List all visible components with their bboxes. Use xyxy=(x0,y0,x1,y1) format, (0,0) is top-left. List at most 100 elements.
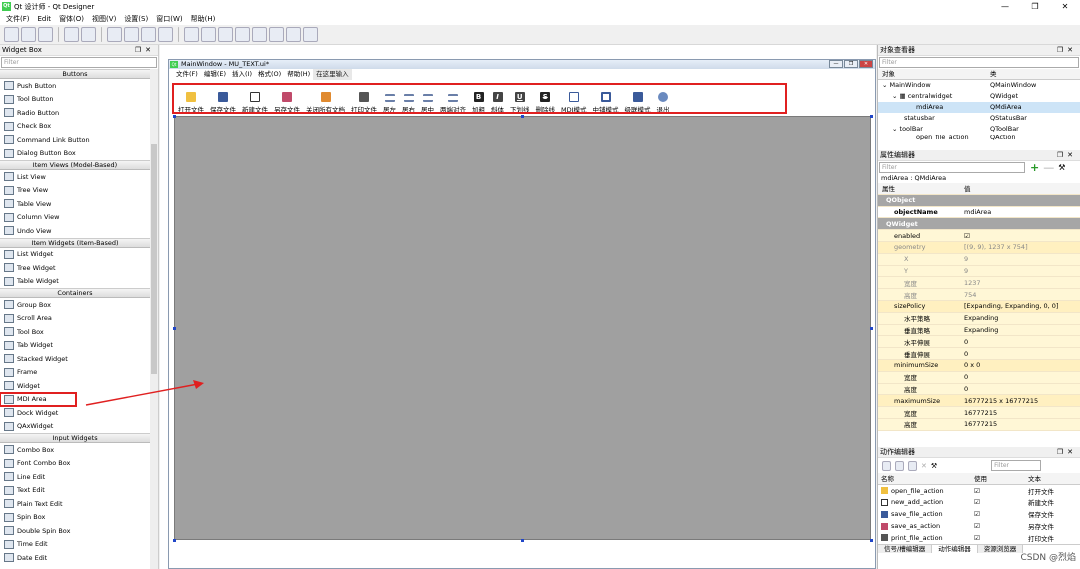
object-row[interactable]: ⌄ ▦ centralwidget QWidget xyxy=(878,91,1080,102)
add-dynamic-property-icon[interactable]: + xyxy=(1030,161,1039,174)
property-group-row[interactable]: QWidget xyxy=(878,218,1080,231)
action-row[interactable]: save_file_action ☑ 保存文件 xyxy=(878,508,1080,520)
widget-item[interactable]: Tree View xyxy=(0,184,150,198)
widget-item[interactable]: Scroll Area xyxy=(0,312,150,326)
category-item-widgets[interactable]: Item Widgets (Item-Based) xyxy=(0,237,150,248)
tab-action-editor[interactable]: 动作编辑器 xyxy=(932,544,978,553)
widget-item-mdi-area[interactable]: MDI Area xyxy=(0,391,77,407)
action-used-check[interactable]: ☑ xyxy=(974,510,1028,518)
menu-edit[interactable]: Edit xyxy=(34,13,56,25)
new-action-icon[interactable] xyxy=(882,460,891,471)
object-row[interactable]: ⌄ MainWindow QMainWindow xyxy=(878,80,1080,91)
minimize-button[interactable]: — xyxy=(990,0,1020,13)
menu-view[interactable]: 视图(V) xyxy=(88,13,120,25)
property-row[interactable]: 宽度 1237 xyxy=(878,277,1080,290)
configure-wrench-icon[interactable]: ⚒ xyxy=(931,462,937,470)
property-row[interactable]: 高度 0 xyxy=(878,383,1080,396)
scrollbar-thumb[interactable] xyxy=(151,144,157,374)
layout-splitter-h-icon[interactable] xyxy=(218,27,233,42)
copy-action-icon[interactable] xyxy=(895,460,904,471)
property-row[interactable]: 水平策略 Expanding xyxy=(878,312,1080,325)
property-row[interactable]: 高度 754 xyxy=(878,289,1080,301)
form-close-button[interactable]: ✕ xyxy=(859,60,873,68)
save-icon[interactable] xyxy=(38,27,53,42)
property-row[interactable]: 高度 16777215 xyxy=(878,418,1080,431)
property-value[interactable]: 0 xyxy=(964,373,1080,381)
widget-item[interactable]: Table View xyxy=(0,197,150,211)
widget-item[interactable]: Table Widget xyxy=(0,275,150,289)
form-title-bar[interactable]: Qt MainWindow - MU_TEXT.ui* — ❐ ✕ xyxy=(169,60,875,69)
property-row[interactable]: maximumSize 16777215 x 16777215 xyxy=(878,395,1080,408)
widget-item[interactable]: Undo View xyxy=(0,224,150,238)
property-row[interactable]: 水平伸展 0 xyxy=(878,336,1080,349)
edit-signals-icon[interactable] xyxy=(124,27,139,42)
action-row[interactable]: print_file_action ☑ 打印文件 xyxy=(878,532,1080,544)
layout-splitter-v-icon[interactable] xyxy=(235,27,250,42)
form-menu-edit[interactable]: 编辑(E) xyxy=(201,69,229,80)
widget-item[interactable]: Tree Widget xyxy=(0,261,150,275)
adjust-size-icon[interactable] xyxy=(303,27,318,42)
widget-item[interactable]: Tool Box xyxy=(0,325,150,339)
action-row[interactable]: new_add_action ☑ 新建文件 xyxy=(878,497,1080,509)
close-button[interactable]: ✕ xyxy=(1050,0,1080,13)
delete-action-icon[interactable]: ✕ xyxy=(921,462,927,470)
widget-item[interactable]: Stacked Widget xyxy=(0,352,150,366)
tab-signal-slot-editor[interactable]: 信号/槽编辑器 xyxy=(878,544,933,553)
action-used-check[interactable]: ☑ xyxy=(974,498,1028,506)
menu-file[interactable]: 文件(F) xyxy=(2,13,34,25)
form-menu-insert[interactable]: 插入(I) xyxy=(229,69,255,80)
new-icon[interactable] xyxy=(4,27,19,42)
action-used-check[interactable]: ☑ xyxy=(974,522,1028,530)
property-value[interactable]: ☑ xyxy=(964,232,1080,240)
widget-item[interactable]: Combo Box xyxy=(0,443,150,457)
remove-property-icon[interactable]: — xyxy=(1043,161,1054,174)
property-value[interactable]: 754 xyxy=(964,291,1080,299)
send-back-icon[interactable] xyxy=(64,27,79,42)
maximize-button[interactable]: ❐ xyxy=(1020,0,1050,13)
widget-item[interactable]: Push Button xyxy=(0,79,150,93)
widget-item[interactable]: Group Box xyxy=(0,298,150,312)
property-value[interactable]: 16777215 xyxy=(964,420,1080,428)
category-input-widgets[interactable]: Input Widgets xyxy=(0,433,150,443)
bring-front-icon[interactable] xyxy=(81,27,96,42)
form-menu-help[interactable]: 帮助(H) xyxy=(284,69,313,80)
property-value[interactable]: 16777215 xyxy=(964,409,1080,417)
widget-item[interactable]: List Widget xyxy=(0,248,150,262)
edit-tab-order-icon[interactable] xyxy=(158,27,173,42)
widget-item[interactable]: Radio Button xyxy=(0,106,150,120)
pane-float-close-icon[interactable]: ❐✕ xyxy=(1057,150,1077,161)
object-row[interactable]: open_file_action QAction xyxy=(878,135,1080,140)
widget-item[interactable]: List View xyxy=(0,170,150,184)
property-value[interactable]: 9 xyxy=(964,267,1080,275)
widget-item[interactable]: Check Box xyxy=(0,120,150,134)
selection-handle[interactable] xyxy=(521,115,524,118)
break-layout-icon[interactable] xyxy=(286,27,301,42)
property-value[interactable]: 0 xyxy=(964,385,1080,393)
property-value[interactable]: Expanding xyxy=(964,326,1080,334)
configure-wrench-icon[interactable]: ⚒ xyxy=(1058,163,1065,172)
edit-buddies-icon[interactable] xyxy=(141,27,156,42)
property-row[interactable]: enabled ☑ xyxy=(878,230,1080,242)
object-filter-input[interactable]: Filter xyxy=(879,57,1079,68)
form-menu-placeholder[interactable]: 在这里输入 xyxy=(313,69,352,80)
action-row[interactable]: save_as_action ☑ 另存文件 xyxy=(878,520,1080,532)
action-filter-input[interactable]: Filter xyxy=(991,460,1042,471)
property-row[interactable]: 垂直伸展 0 xyxy=(878,348,1080,360)
property-value[interactable]: 0 x 0 xyxy=(964,361,1080,369)
property-value[interactable]: 0 xyxy=(964,350,1080,358)
property-row[interactable]: objectName mdiArea xyxy=(878,207,1080,219)
property-value[interactable]: 1237 xyxy=(964,279,1080,287)
form-minimize-button[interactable]: — xyxy=(829,60,843,68)
property-value[interactable]: 9 xyxy=(964,255,1080,263)
layout-form-icon[interactable] xyxy=(269,27,284,42)
property-row[interactable]: Y9 xyxy=(878,265,1080,278)
pane-float-close-icon[interactable]: ❐✕ xyxy=(1057,447,1077,458)
property-value[interactable]: [Expanding, Expanding, 0, 0] xyxy=(964,302,1080,310)
form-maximize-button[interactable]: ❐ xyxy=(844,60,858,68)
property-value[interactable]: 0 xyxy=(964,338,1080,346)
widget-item[interactable]: Font Combo Box xyxy=(0,457,150,471)
property-row[interactable]: minimumSize 0 x 0 xyxy=(878,359,1080,372)
widget-item[interactable]: Text Edit xyxy=(0,484,150,498)
layout-horizontal-icon[interactable] xyxy=(184,27,199,42)
object-row[interactable]: ⌄ toolBar QToolBar xyxy=(878,124,1080,135)
